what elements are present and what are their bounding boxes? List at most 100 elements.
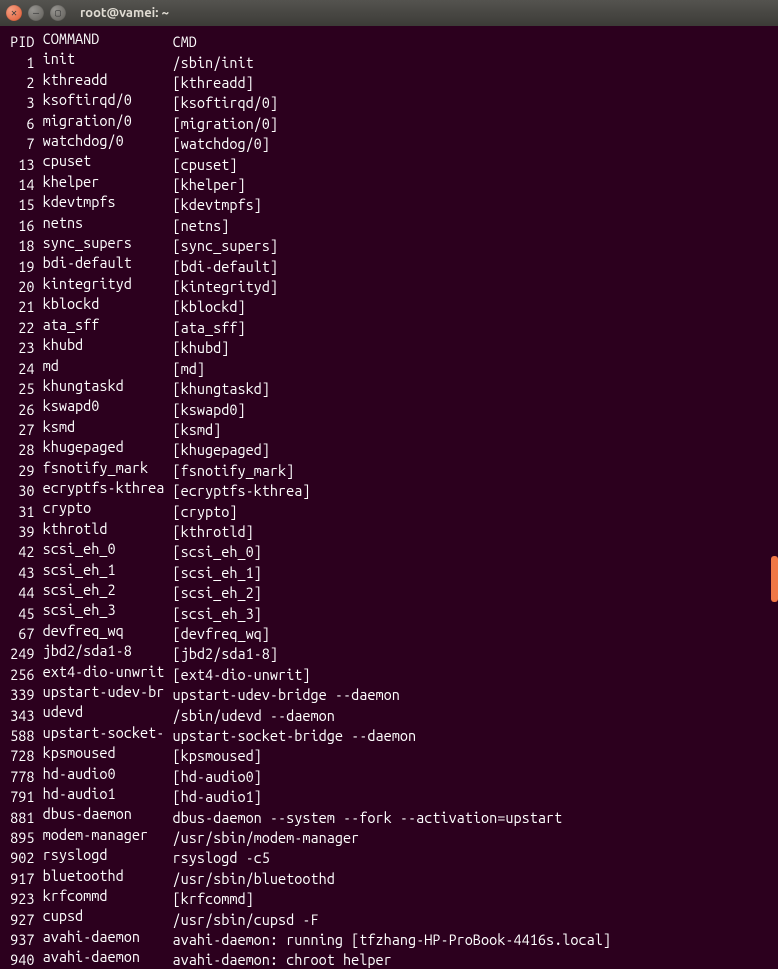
col-pid: 23 (2, 339, 34, 356)
col-cmd: /usr/sbin/cupsd -F (172, 911, 318, 928)
col-pid: 67 (2, 625, 34, 642)
process-row: 881 dbus-daemondbus-daemon --system --for… (2, 805, 776, 825)
col-command: kpsmoused (43, 744, 173, 761)
col-command: khubd (43, 336, 173, 353)
col-pid: 24 (2, 360, 34, 377)
process-row: 256 ext4-dio-unwrit[ext4-dio-unwrit] (2, 663, 776, 683)
col-pid: 18 (2, 237, 34, 254)
process-header-row: PIDCOMMANDCMD (2, 30, 776, 50)
process-row: 44scsi_eh_2[scsi_eh_2] (2, 581, 776, 601)
col-cmd: [hd-audio0] (172, 768, 261, 785)
process-row: 31crypto[crypto] (2, 499, 776, 519)
col-pid: 937 (2, 931, 34, 948)
process-row: 22 ata_sff[ata_sff] (2, 316, 776, 336)
col-cmd: [netns] (172, 217, 229, 234)
process-row: 3ksoftirqd/0[ksoftirqd/0] (2, 91, 776, 111)
col-cmd: [ext4-dio-unwrit] (172, 666, 310, 683)
col-pid: 26 (2, 401, 34, 418)
col-pid: 43 (2, 564, 34, 581)
scrollbar-thumb[interactable] (771, 556, 778, 602)
process-row: 26 kswapd0[kswapd0] (2, 397, 776, 417)
process-row: 45scsi_eh_3[scsi_eh_3] (2, 601, 776, 621)
col-cmd: [scsi_eh_2] (172, 584, 261, 601)
col-pid: 42 (2, 543, 34, 560)
col-pid: 917 (2, 870, 34, 887)
col-pid: 39 (2, 523, 34, 540)
col-cmd: [kblockd] (172, 298, 245, 315)
col-command: upstart-socket- (43, 724, 173, 741)
col-cmd: avahi-daemon: chroot helper (172, 951, 391, 968)
col-pid: 19 (2, 258, 34, 275)
process-row: 1init/sbin/init (2, 50, 776, 70)
col-pid: 1 (2, 54, 34, 71)
col-pid: 44 (2, 584, 34, 601)
col-cmd: [kpsmoused] (172, 747, 261, 764)
col-pid: 588 (2, 727, 34, 744)
col-cmd: [kdevtmpfs] (172, 196, 261, 213)
process-row: 27ksmd[ksmd] (2, 418, 776, 438)
minimize-icon[interactable]: ‒ (28, 5, 44, 21)
process-row: 778hd-audio0[hd-audio0] (2, 765, 776, 785)
col-pid: 7 (2, 135, 34, 152)
col-command: kswapd0 (43, 397, 173, 414)
col-command: khugepaged (43, 438, 173, 455)
col-command: ata_sff (43, 316, 173, 333)
process-row: 16netns[netns] (2, 214, 776, 234)
col-command: udevd (43, 703, 173, 720)
process-row: 728 kpsmoused[kpsmoused] (2, 744, 776, 764)
col-cmd: [scsi_eh_3] (172, 605, 261, 622)
col-pid: 256 (2, 666, 34, 683)
process-row: 923krfcommd[krfcommd] (2, 887, 776, 907)
close-icon[interactable]: ✕ (6, 5, 22, 21)
col-cmd: dbus-daemon --system --fork --activation… (172, 809, 562, 826)
col-cmd: rsyslogd -c5 (172, 849, 269, 866)
process-row: 18sync_supers[sync_supers] (2, 234, 776, 254)
col-command: ext4-dio-unwrit (43, 663, 173, 680)
col-cmd: [ecryptfs-kthrea] (172, 482, 310, 499)
col-pid: 21 (2, 298, 34, 315)
col-cmd: /sbin/init (172, 54, 253, 71)
col-command: scsi_eh_1 (43, 561, 173, 578)
window-titlebar[interactable]: ✕ ‒ ▢ root@vamei: ~ (0, 0, 778, 26)
process-row: 917bluetoothd/usr/sbin/bluetoothd (2, 867, 776, 887)
col-command: rsyslogd (43, 846, 173, 863)
col-pid: 728 (2, 747, 34, 764)
col-pid: 249 (2, 645, 34, 662)
process-row: 588upstart-socket-upstart-socket-bridge … (2, 724, 776, 744)
col-command: bdi-default (43, 254, 173, 271)
process-row: 15kdevtmpfs[kdevtmpfs] (2, 193, 776, 213)
col-cmd: [scsi_eh_0] (172, 543, 261, 560)
scrollbar-track[interactable] (770, 26, 778, 859)
col-command: devfreq_wq (43, 622, 173, 639)
process-row: 42scsi_eh_0[scsi_eh_0] (2, 540, 776, 560)
col-pid: 895 (2, 829, 34, 846)
col-command: ksoftirqd/0 (43, 91, 173, 108)
process-row: 7 watchdog/0[watchdog/0] (2, 132, 776, 152)
col-command: watchdog/0 (43, 132, 173, 149)
col-cmd: [watchdog/0] (172, 135, 269, 152)
col-command: sync_supers (43, 234, 173, 251)
col-command: dbus-daemon (43, 805, 173, 822)
col-cmd: [devfreq_wq] (172, 625, 269, 642)
col-command: crypto (43, 499, 173, 516)
col-cmd: /usr/sbin/bluetoothd (172, 870, 334, 887)
terminal-output[interactable]: PIDCOMMANDCMD1init/sbin/init2kthreadd[kt… (0, 26, 778, 969)
col-cmd: [kswapd0] (172, 401, 245, 418)
col-cmd: [hd-audio1] (172, 788, 261, 805)
process-row: 23khubd[khubd] (2, 336, 776, 356)
process-row: 29fsnotify_mark[fsnotify_mark] (2, 459, 776, 479)
col-command: ecryptfs-kthrea (43, 479, 173, 496)
col-cmd: [kthrotld] (172, 523, 253, 540)
col-cmd: [krfcommd] (172, 890, 253, 907)
maximize-icon[interactable]: ▢ (50, 5, 66, 21)
process-row: 28khugepaged[khugepaged] (2, 438, 776, 458)
process-row: 791hd-audio1[hd-audio1] (2, 785, 776, 805)
col-pid: 22 (2, 319, 34, 336)
col-command: kdevtmpfs (43, 193, 173, 210)
process-row: 13cpuset[cpuset] (2, 152, 776, 172)
col-pid: 881 (2, 809, 34, 826)
col-cmd: avahi-daemon: running [tfzhang-HP-ProBoo… (172, 931, 610, 948)
col-command-header: COMMAND (43, 30, 173, 47)
col-command: kintegrityd (43, 275, 173, 292)
col-cmd: [ata_sff] (172, 319, 245, 336)
